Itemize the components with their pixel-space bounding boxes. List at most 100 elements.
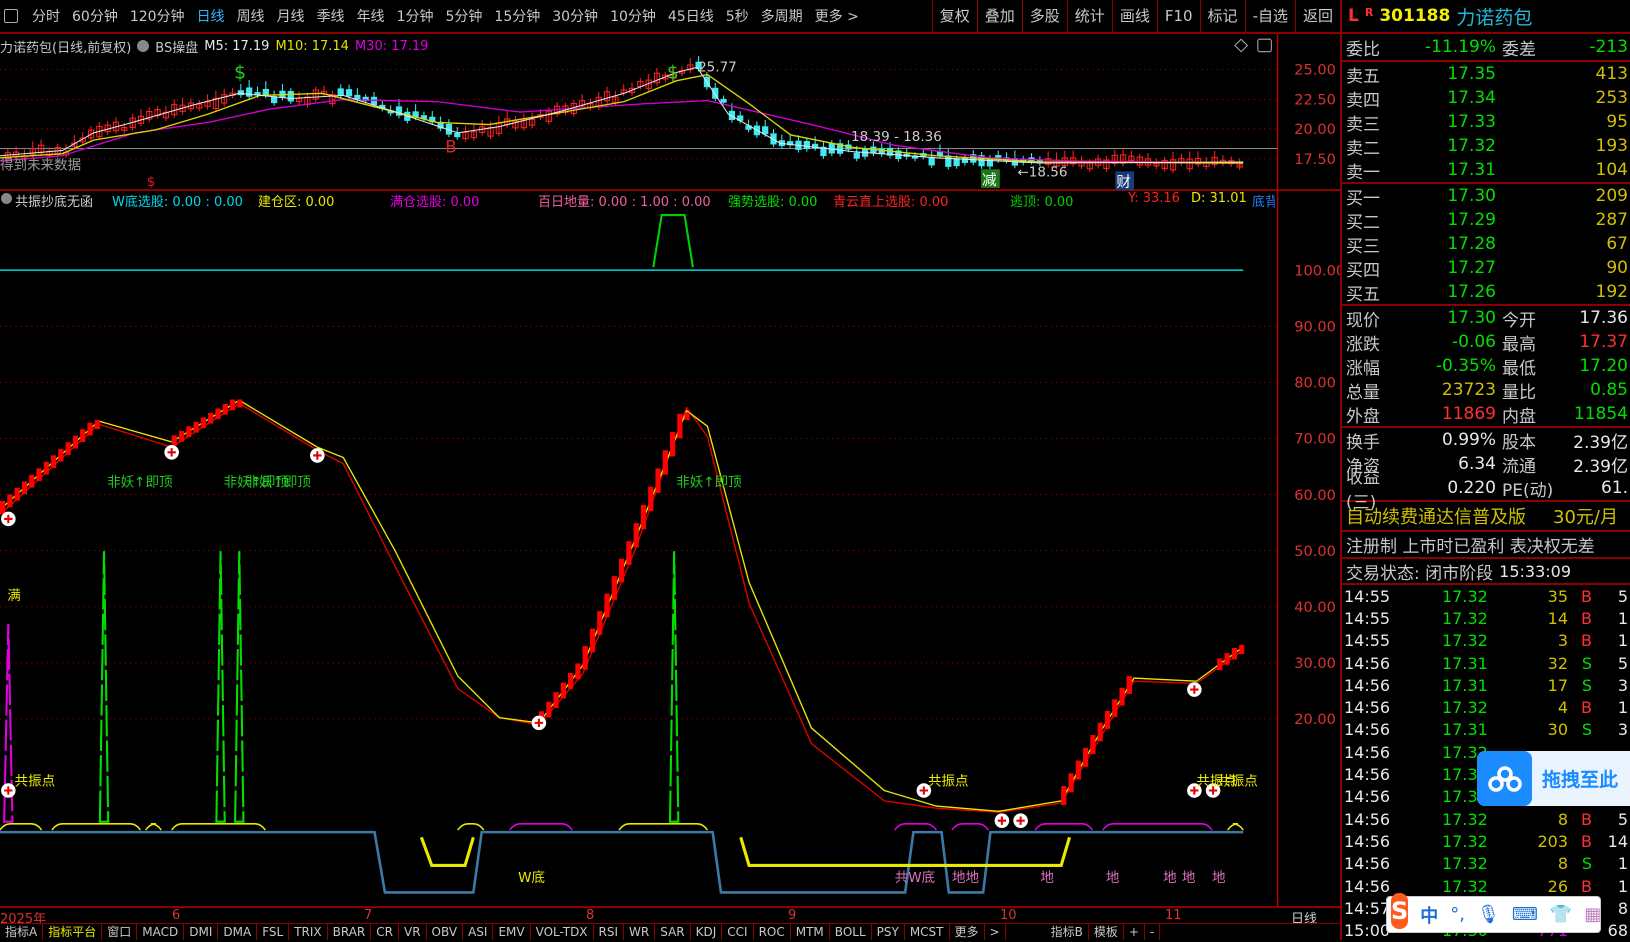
collapse-icon[interactable] [1,193,12,204]
indicator-tab[interactable]: MCST [905,924,950,940]
indicator-tab[interactable]: PSY [872,924,905,940]
apps-grid-icon[interactable]: ▦ [1584,904,1601,925]
toolbar-action-button[interactable]: 画线 [1111,0,1157,32]
indicator-tab[interactable]: WR [624,924,656,940]
indicator-tab[interactable]: SAR [655,924,691,940]
indicator-tab[interactable]: VR [399,924,427,940]
indicator-tab[interactable]: 指标A [0,924,44,940]
tick-side: B [1581,876,1592,896]
stat-value: 2.39亿 [1573,432,1628,453]
toolbar-action-button[interactable]: 统计 [1066,0,1112,32]
indicator-name[interactable]: 共振抄底无函 [15,191,93,209]
stat-value: 17.36 [1579,308,1628,328]
indicator-tab[interactable]: 指标B [1046,924,1089,940]
stat-label: 外盘 [1346,406,1380,427]
indicator-tab[interactable]: DMA [218,924,258,940]
ad-price[interactable]: 30元/月 [1553,503,1618,529]
stat-value: 11869 [1441,404,1496,424]
indicator-tab[interactable]: ROC [754,924,791,940]
plus-circle-icon [1,511,16,527]
rising-bar [215,408,221,420]
indicator-tab[interactable]: MTM [791,924,830,940]
keyboard-icon[interactable]: ⌨ [1512,904,1538,925]
indicator-tab[interactable]: 窗口 [102,924,138,940]
tag-finance[interactable]: 财 [1116,174,1131,191]
skin-shirt-icon[interactable]: 👕 [1550,904,1572,925]
tick-price: 17.32 [1442,698,1488,718]
period-tab[interactable]: 多周期 [755,6,809,26]
tick-count: 3 [1617,675,1628,695]
period-tab[interactable]: 周线 [231,6,271,26]
indicator-tab[interactable]: DMI [184,924,219,940]
toolbar-action-button[interactable]: -自选 [1244,0,1295,32]
period-tab[interactable]: 30分钟 [546,6,604,26]
label-earth: 地 [1040,870,1054,886]
level-volume: 209 [1595,186,1628,206]
indicator-tab[interactable]: 指标平台 [43,924,103,940]
period-tab[interactable]: 5秒 [720,6,755,26]
period-tab[interactable]: 45日线 [662,6,720,26]
toolbar-action-button[interactable]: 返回 [1294,0,1340,32]
toolbar-action-button[interactable]: F10 [1156,0,1200,32]
ime-punctuation[interactable]: °, [1450,904,1465,925]
chart-area[interactable]: 得到未来数据 $ $ $ B 25.77 18.39 - 18.36 ←18.5… [0,34,1340,906]
indicator-tab[interactable]: CCI [722,924,754,940]
rising-bar [670,432,676,457]
indicator-tab[interactable]: MACD [137,924,185,940]
level-label: 买二 [1346,212,1380,233]
toolbar-action-button[interactable]: 多股 [1021,0,1067,32]
tick-count: 5 [1617,586,1628,606]
indicator-tab[interactable]: FSL [257,924,290,940]
indicator-tab[interactable]: 更多 [950,924,985,940]
period-tab[interactable]: 15分钟 [488,6,546,26]
period-tab[interactable]: 1分钟 [391,6,440,26]
indicator-tab[interactable]: ASI [463,924,494,940]
tick-row: 14:56 17.31 17 S 3 [1342,674,1630,696]
ad-text[interactable]: 自动续费通达信普及版 [1346,503,1526,529]
indicator-tab[interactable]: RSI [594,924,625,940]
period-tab[interactable]: 月线 [271,6,311,26]
indicator-tab[interactable]: KDJ [691,924,723,940]
period-tab[interactable]: 日线 [191,6,231,26]
indicator-tab[interactable]: BRAR [328,924,372,940]
period-tab[interactable]: 更多 > [809,6,865,26]
stat-label: 最低 [1502,358,1536,379]
indicator-tab[interactable]: 模板 [1089,924,1124,940]
diamond-icon[interactable] [1234,38,1249,53]
toolbar-action-button[interactable]: 叠加 [976,0,1022,32]
panel-toggle-icon[interactable] [1257,38,1272,53]
signal-arc [145,823,162,831]
indicator-tab[interactable]: - [1145,924,1161,940]
level-price: 17.35 [1447,64,1496,84]
indicator-tab[interactable]: EMV [493,924,531,940]
indicator-tab[interactable]: + [1124,924,1145,940]
tick-row: 14:55 17.32 3 B 1 [1342,630,1630,652]
toolbar-action-button[interactable]: 标记 [1199,0,1245,32]
indicator-tab[interactable]: TRIX [289,924,328,940]
order-book-row: 卖一 17.31 104 [1342,158,1630,183]
microphone-icon[interactable]: 🎙 [1477,904,1500,925]
tick-volume: 8 [1557,809,1568,829]
period-tab[interactable]: 120分钟 [124,6,191,26]
toolbar-action-button[interactable]: 复权 [931,0,977,32]
indicator-tab[interactable]: VOL-TDX [531,924,594,940]
period-tab[interactable]: 5分钟 [439,6,488,26]
level-label: 卖一 [1346,162,1380,183]
tick-volume: 14 [1547,608,1568,628]
ime-chinese-mode[interactable]: 中 [1420,902,1438,928]
indicator-tab[interactable]: BOLL [830,924,872,940]
period-tab[interactable]: 60分钟 [66,6,124,26]
sidebar-toggle-icon[interactable] [4,9,18,23]
period-tab[interactable]: 季线 [311,6,351,26]
period-tab[interactable]: 分时 [26,6,66,26]
period-tab[interactable]: 年线 [351,6,391,26]
indicator-tab[interactable]: OBV [427,924,464,940]
period-toolbar: 分时 60分钟 120分钟 日线 周线 月线 季线 年线 1分钟 5分钟 15分钟 30分钟 10分钟 4… [0,0,1340,34]
level-price: 17.32 [1447,136,1496,156]
ime-toolbar[interactable]: S 中 °, 🎙 ⌨ 👕 ▦ [1386,892,1601,933]
baidu-drag-widget[interactable]: 拖拽至此 [1477,751,1630,806]
period-tab[interactable]: 10分钟 [604,6,662,26]
indicator-tab[interactable]: > [985,924,1006,940]
tag-reduce[interactable]: 减 [982,172,997,189]
indicator-tab[interactable]: CR [371,924,399,940]
